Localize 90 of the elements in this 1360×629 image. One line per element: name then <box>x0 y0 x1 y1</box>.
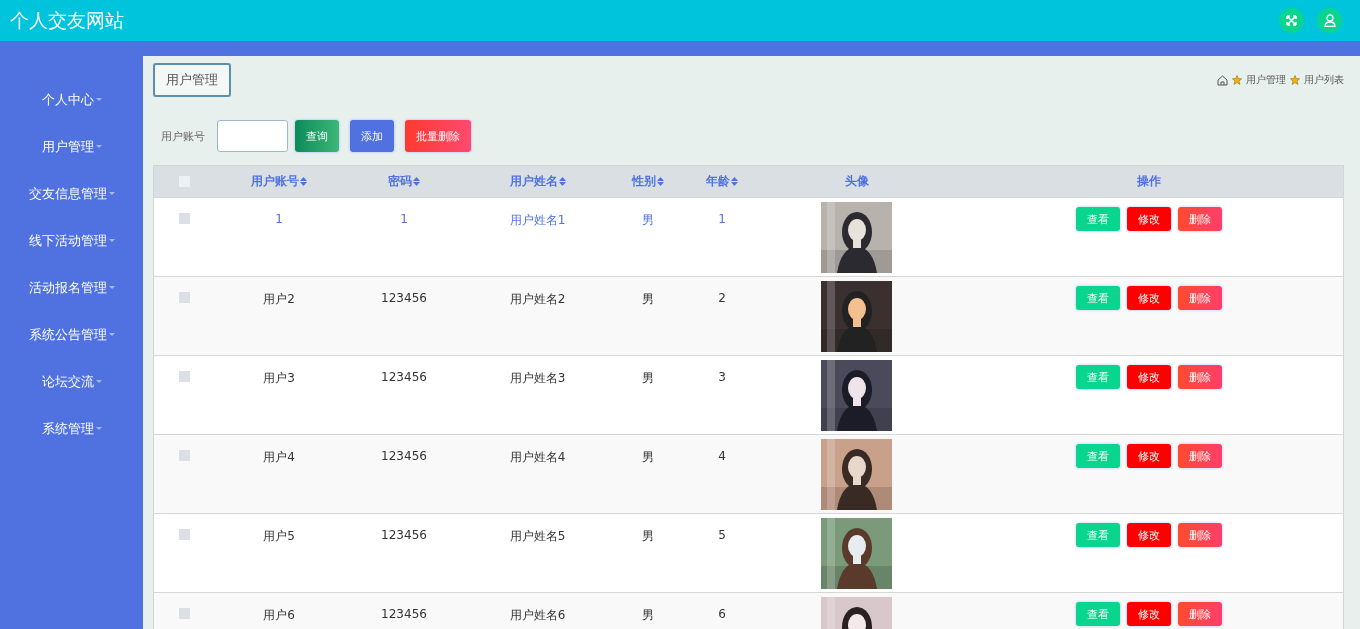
row-checkbox[interactable] <box>179 608 190 619</box>
sidebar-item[interactable]: 线下活动管理 <box>0 217 143 264</box>
sidebar-item[interactable]: 个人中心 <box>0 76 143 123</box>
delete-button[interactable]: 删除 <box>1178 444 1222 468</box>
sidebar-item[interactable]: 系统管理 <box>0 405 143 452</box>
column-header[interactable]: 密码 <box>343 173 465 190</box>
sidebar-item[interactable]: 交友信息管理 <box>0 170 143 217</box>
sort-icon[interactable] <box>657 177 664 186</box>
star-icon <box>1232 75 1242 85</box>
delete-button[interactable]: 删除 <box>1178 286 1222 310</box>
delete-button[interactable]: 删除 <box>1178 207 1222 231</box>
view-button[interactable]: 查看 <box>1076 207 1120 231</box>
column-header[interactable]: 年龄 <box>686 173 758 190</box>
table-cell-text: 123456 <box>380 448 428 463</box>
table-cell-text: 用户5 <box>262 528 296 545</box>
table-cell-text: 用户2 <box>262 291 296 308</box>
sort-icon[interactable] <box>300 177 307 186</box>
account-field[interactable] <box>217 120 288 152</box>
search-button[interactable]: 查询 <box>295 120 339 152</box>
table-cell-text: 用户姓名6 <box>508 607 567 624</box>
edit-button[interactable]: 修改 <box>1127 286 1171 310</box>
table-cell-text: 男 <box>641 449 655 466</box>
row-checkbox[interactable] <box>179 292 190 303</box>
column-header[interactable]: 用户账号 <box>215 173 343 190</box>
table-cell-text: 1 <box>717 211 727 226</box>
edit-button[interactable]: 修改 <box>1127 365 1171 389</box>
table-cell-text: 5 <box>717 527 727 542</box>
table-cell-text: 123456 <box>380 606 428 621</box>
edit-button[interactable]: 修改 <box>1127 444 1171 468</box>
table-cell-text: 男 <box>641 607 655 624</box>
table-cell-text: 男 <box>641 291 655 308</box>
edit-button[interactable]: 修改 <box>1127 207 1171 231</box>
table-cell-text: 用户姓名4 <box>508 449 567 466</box>
table-cell-text: 男 <box>641 528 655 545</box>
delete-button[interactable]: 删除 <box>1178 602 1222 626</box>
table-cell-text: 用户4 <box>262 449 296 466</box>
delete-button[interactable]: 删除 <box>1178 523 1222 547</box>
sidebar-item[interactable]: 用户管理 <box>0 123 143 170</box>
table-cell-text: 123456 <box>380 290 428 305</box>
edit-button[interactable]: 修改 <box>1127 602 1171 626</box>
table-cell-text: 1 <box>399 211 409 226</box>
add-button[interactable]: 添加 <box>350 120 394 152</box>
sort-icon[interactable] <box>558 177 566 186</box>
table-cell-text: 用户3 <box>262 370 296 387</box>
sidebar-item[interactable]: 系统公告管理 <box>0 311 143 358</box>
column-header[interactable]: 用户姓名 <box>465 173 610 190</box>
column-header[interactable]: 性别 <box>610 173 686 190</box>
sort-icon[interactable] <box>413 177 420 186</box>
table-cell-text: 123456 <box>380 369 428 384</box>
table-cell-text: 1 <box>274 211 284 226</box>
view-button[interactable]: 查看 <box>1076 286 1120 310</box>
table-cell-text: 用户姓名2 <box>508 291 567 308</box>
page-tab[interactable]: 用户管理 <box>153 63 231 97</box>
home-icon[interactable] <box>1217 74 1228 86</box>
user-icon <box>1323 14 1336 27</box>
fullscreen-button[interactable] <box>1279 8 1304 33</box>
view-button[interactable]: 查看 <box>1076 602 1120 626</box>
sort-icon[interactable] <box>731 177 738 186</box>
sidebar-item[interactable]: 活动报名管理 <box>0 264 143 311</box>
view-button[interactable]: 查看 <box>1076 365 1120 389</box>
star-icon <box>1290 75 1300 85</box>
table-cell-text: 男 <box>641 212 655 229</box>
table-cell-text: 2 <box>717 290 727 305</box>
breadcrumb-item[interactable]: 用户管理 <box>1246 73 1286 87</box>
table-cell-text: 用户姓名3 <box>508 370 567 387</box>
batch-delete-button[interactable]: 批量删除 <box>405 120 471 152</box>
site-title: 个人交友网站 <box>10 7 124 33</box>
user-button[interactable] <box>1317 8 1342 33</box>
view-button[interactable]: 查看 <box>1076 444 1120 468</box>
breadcrumb-item[interactable]: 用户列表 <box>1304 73 1344 87</box>
table-cell-text: 用户姓名1 <box>508 212 567 229</box>
table-cell-text: 123456 <box>380 527 428 542</box>
table-cell-text: 6 <box>717 606 727 621</box>
row-checkbox[interactable] <box>179 213 190 224</box>
table-cell-text: 3 <box>717 369 727 384</box>
row-checkbox[interactable] <box>179 450 190 461</box>
table-cell-text: 用户姓名5 <box>508 528 567 545</box>
column-header: 头像 <box>843 173 870 190</box>
table-cell-text: 4 <box>717 448 727 463</box>
table-cell-text: 男 <box>641 370 655 387</box>
column-header: 操作 <box>1136 173 1162 190</box>
row-checkbox[interactable] <box>179 371 190 382</box>
row-checkbox[interactable] <box>179 529 190 540</box>
delete-button[interactable]: 删除 <box>1178 365 1222 389</box>
edit-button[interactable]: 修改 <box>1127 523 1171 547</box>
sidebar-item[interactable]: 论坛交流 <box>0 358 143 405</box>
expand-icon <box>1286 15 1297 26</box>
field-label: 用户账号 <box>161 128 205 144</box>
table-cell-text: 用户6 <box>262 607 296 624</box>
view-button[interactable]: 查看 <box>1076 523 1120 547</box>
